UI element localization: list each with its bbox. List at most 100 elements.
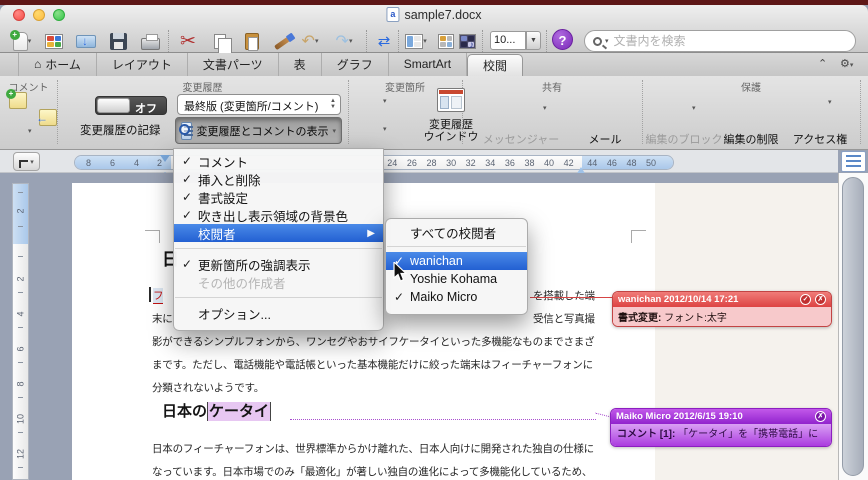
delete-comment-dropdown-icon[interactable]: ▾ (28, 127, 32, 135)
tab-chart[interactable]: グラフ (322, 53, 389, 76)
cut-icon[interactable]: ✂ (176, 29, 200, 53)
accept-change-icon[interactable]: ✓ (800, 294, 811, 305)
reject-change-icon[interactable]: ✗ (815, 294, 826, 305)
minimize-window-button[interactable] (33, 9, 45, 21)
comment-connector-line (290, 419, 596, 420)
gallery-button[interactable] (42, 29, 66, 53)
title-group: a sample7.docx (386, 7, 482, 22)
submenu-item-maiko-micro[interactable]: ✓ Maiko Micro (386, 288, 527, 306)
permissions-dropdown-icon[interactable]: ▾ (828, 98, 832, 106)
toolbar-separator (168, 30, 169, 52)
body-text-line: なっています。日本市場でのみ「最適化」が著しい独自の進化によって多機能化している… (152, 466, 593, 478)
tab-stop-icon (19, 159, 29, 168)
select-stepper-icon: ▲ ▼ (330, 98, 336, 110)
track-changes-toggle[interactable]: オフ (95, 96, 167, 115)
menu-separator (175, 297, 382, 298)
search-field[interactable]: ▾ (584, 30, 856, 52)
sidebar-view-button[interactable]: ▾ (404, 29, 428, 53)
group-separator (57, 80, 58, 144)
track-changes-label: 変更履歴の記録 (80, 125, 161, 137)
tab-layout[interactable]: レイアウト (97, 53, 188, 76)
print-button[interactable] (138, 29, 162, 53)
redo-button[interactable]: ↷ ▾ (332, 29, 356, 53)
tab-review[interactable]: 校閲 (467, 54, 524, 76)
toggle-knob (97, 98, 130, 113)
search-input[interactable] (611, 33, 847, 49)
ribbon-tab-bar: ⌂ ホーム レイアウト 文書パーツ 表 グラフ SmartArt 校閲 (0, 53, 868, 76)
tab-smartart[interactable]: SmartArt (389, 53, 468, 76)
ruler-toggle-button[interactable] (841, 151, 866, 172)
menu-separator (387, 246, 526, 247)
accept-change-dropdown-icon[interactable]: ▾ (383, 97, 387, 105)
copy-button[interactable] (208, 29, 232, 55)
tab-home[interactable]: ⌂ ホーム (18, 53, 97, 76)
balloon-author-timestamp: Maiko Micro 2012/6/15 19:10 (616, 411, 743, 422)
body-text-line: 影ができるシンプルフォンから、ワンセグやおサイフケータイといった多機能なものまで… (152, 336, 595, 348)
mouse-cursor (393, 262, 408, 282)
zoom-dropdown-button[interactable]: ▼ (526, 31, 541, 50)
show-markup-dropdown-icon: ▾ (332, 127, 336, 135)
vertical-ruler[interactable]: 2 2 4 6 8 10 12 (12, 183, 29, 480)
media-browser-button[interactable]: ♪ (458, 29, 482, 53)
formatting-marks-icon[interactable]: ⇄ (372, 29, 396, 53)
zoom-value: 10... (494, 34, 516, 46)
close-window-button[interactable] (13, 9, 25, 21)
checkmark-icon: ✓ (182, 190, 193, 204)
delete-comment-icon[interactable]: ✗ (815, 411, 826, 422)
toggle-state-label: オフ (135, 103, 157, 115)
block-authors-dropdown-icon[interactable]: ▾ (692, 104, 696, 112)
collapse-ribbon-icon[interactable]: ⌃ (818, 57, 827, 70)
group-separator (642, 80, 643, 144)
search-scope-dropdown-icon[interactable]: ▾ (605, 37, 609, 45)
body-text-line: 末に (152, 313, 173, 325)
comment-anchor-highlight: ケータイ (207, 402, 272, 421)
menu-item-insertions-deletions[interactable]: ✓ 挿入と削除 (174, 170, 383, 188)
show-markup-button[interactable]: 変更履歴とコメントの表示 ▾ (175, 117, 342, 144)
block-authors-label: 編集のブロック (645, 134, 723, 146)
comment-balloon[interactable]: Maiko Micro 2012/6/15 19:10 ✗ コメント [1]: … (610, 408, 832, 447)
save-button[interactable] (106, 29, 130, 53)
review-pane-button[interactable] (437, 88, 465, 112)
first-line-indent-marker[interactable] (160, 155, 170, 167)
paste-button[interactable] (240, 29, 264, 53)
previous-comment-button[interactable]: ← (36, 109, 57, 126)
menu-item-other-authors: その他の作成者 (198, 276, 286, 291)
menu-item-options[interactable]: オプション... (174, 304, 383, 322)
zoom-window-button[interactable] (53, 9, 65, 21)
tab-table[interactable]: 表 (279, 53, 322, 76)
home-icon: ⌂ (34, 57, 42, 71)
submenu-item-all-reviewers[interactable]: すべての校閲者 (386, 223, 527, 241)
display-for-review-select[interactable]: 最終版 (変更箇所/コメント) ▲ ▼ (177, 94, 341, 115)
messenger-dropdown-icon[interactable]: ▾ (543, 104, 547, 112)
ribbon-settings-gear-icon[interactable]: ⚙▾ (840, 57, 853, 70)
reject-change-dropdown-icon[interactable]: ▾ (383, 125, 387, 133)
group-separator (860, 80, 861, 144)
window-chrome: a sample7.docx + ▾ ↓ ✂ ↶ ▾ ↷ ▾ ⇄ ▾ ♪ 10.… (0, 5, 868, 55)
vertical-scrollbar-thumb[interactable] (842, 177, 864, 476)
body-text-line: 受信と写真撮 (533, 313, 595, 325)
margin-corner-mark (145, 230, 160, 243)
zoom-level-field[interactable]: 10... (490, 31, 526, 50)
undo-button[interactable]: ↶ ▾ (298, 29, 322, 53)
tracked-change-balloon[interactable]: wanichan 2012/10/14 17:21 ✓ ✗ 書式変更: フォント… (612, 291, 832, 327)
balloon-change-type: 書式変更: (618, 313, 662, 324)
menu-item-balloon-background[interactable]: ✓ 吹き出し表示領域の背景色 (174, 206, 383, 224)
group-label-protect: 保護 (741, 83, 761, 94)
menu-item-formatting[interactable]: ✓ 書式設定 (174, 188, 383, 206)
toolbox-button[interactable] (434, 29, 458, 53)
menu-item-reviewers[interactable]: 校閲者 ▶ (174, 224, 383, 242)
search-icon (593, 36, 602, 46)
help-button[interactable]: ? (552, 29, 573, 50)
restrict-editing-label: 編集の制限 (723, 134, 779, 146)
checkmark-icon: ✓ (182, 257, 193, 271)
new-document-button[interactable]: + ▾ (9, 29, 34, 53)
open-button[interactable]: ↓ (74, 29, 98, 53)
menu-item-comments[interactable]: ✓ コメント (174, 152, 383, 170)
tab-stop-selector[interactable]: ▾ (13, 152, 40, 171)
menu-item-highlight-updates[interactable]: ✓ 更新箇所の強調表示 (174, 255, 383, 273)
tab-document-parts[interactable]: 文書パーツ (188, 53, 279, 76)
format-painter-button[interactable] (270, 29, 294, 53)
checkmark-icon: ✓ (182, 154, 193, 168)
show-markup-icon (179, 121, 194, 140)
new-comment-button[interactable]: + (6, 89, 27, 109)
